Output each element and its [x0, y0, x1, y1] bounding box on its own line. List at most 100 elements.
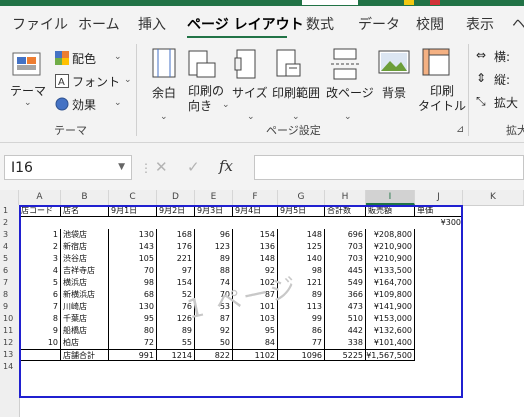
scale-height-label[interactable]: 縦:: [494, 71, 510, 88]
tab-data[interactable]: データ: [358, 14, 400, 34]
header-cell[interactable]: 店名: [61, 205, 109, 217]
row-header-7[interactable]: 7: [0, 277, 19, 289]
row-header-4[interactable]: 4: [0, 241, 19, 253]
store-name-cell[interactable]: 千葉店: [61, 313, 109, 325]
page-setup-launcher-icon[interactable]: ⊿: [456, 124, 464, 135]
print-area-button[interactable]: 印刷範囲: [272, 84, 320, 101]
store-name-cell[interactable]: 川崎店: [61, 301, 109, 313]
store-name-cell[interactable]: 船橋店: [61, 325, 109, 337]
store-name-cell[interactable]: 新横浜店: [61, 289, 109, 301]
data-cell[interactable]: 84: [233, 337, 278, 349]
tab-review[interactable]: 校閲: [416, 14, 444, 34]
data-cell[interactable]: 77: [278, 337, 325, 349]
orientation-icon[interactable]: [188, 50, 216, 84]
data-cell[interactable]: 7: [19, 301, 61, 313]
effects-button[interactable]: 効果: [72, 96, 96, 113]
data-cell[interactable]: 2: [19, 241, 61, 253]
data-cell[interactable]: ¥109,800: [366, 289, 415, 301]
total-cell[interactable]: 1102: [233, 349, 278, 361]
data-cell[interactable]: 89: [195, 253, 233, 265]
data-cell[interactable]: 696: [325, 229, 366, 241]
store-name-cell[interactable]: 柏店: [61, 337, 109, 349]
total-cell[interactable]: 5225: [325, 349, 366, 361]
data-cell[interactable]: 549: [325, 277, 366, 289]
data-cell[interactable]: 366: [325, 289, 366, 301]
background-button[interactable]: 背景: [382, 84, 406, 101]
data-cell[interactable]: 105: [109, 253, 157, 265]
row-header-3[interactable]: 3: [0, 229, 19, 241]
data-cell[interactable]: 10: [19, 337, 61, 349]
header-cell[interactable]: 9月3日: [195, 205, 233, 217]
data-cell[interactable]: 72: [109, 337, 157, 349]
data-cell[interactable]: 154: [233, 229, 278, 241]
data-cell[interactable]: 80: [109, 325, 157, 337]
tab-formulas[interactable]: 数式: [306, 14, 334, 34]
tab-more[interactable]: ヘ: [512, 14, 524, 34]
total-cell[interactable]: 822: [195, 349, 233, 361]
data-cell[interactable]: 445: [325, 265, 366, 277]
scale-width-label[interactable]: 横:: [494, 48, 510, 65]
formula-input[interactable]: [254, 155, 524, 180]
title-icon-red[interactable]: [430, 0, 440, 5]
effects-chevron-icon[interactable]: ⌄: [114, 98, 122, 108]
column-header-e[interactable]: E: [195, 190, 233, 205]
data-cell[interactable]: 703: [325, 241, 366, 253]
row-header-8[interactable]: 8: [0, 289, 19, 301]
header-cell[interactable]: 9月1日: [109, 205, 157, 217]
header-cell[interactable]: 単価: [415, 205, 463, 217]
total-cell[interactable]: ¥1,567,500: [366, 349, 415, 361]
cancel-icon[interactable]: ✕: [155, 158, 168, 176]
data-cell[interactable]: ¥153,000: [366, 313, 415, 325]
data-cell[interactable]: 130: [109, 301, 157, 313]
title-icon-yellow[interactable]: [404, 0, 414, 5]
header-cell[interactable]: 9月5日: [278, 205, 325, 217]
data-cell[interactable]: ¥132,600: [366, 325, 415, 337]
data-cell[interactable]: 70: [109, 265, 157, 277]
column-header-j[interactable]: J: [415, 190, 463, 205]
data-cell[interactable]: 148: [278, 229, 325, 241]
row-header-6[interactable]: 6: [0, 265, 19, 277]
header-cell[interactable]: 9月2日: [157, 205, 195, 217]
data-cell[interactable]: 510: [325, 313, 366, 325]
data-cell[interactable]: 50: [195, 337, 233, 349]
data-cell[interactable]: 148: [233, 253, 278, 265]
themes-button[interactable]: テーマ: [10, 82, 46, 99]
column-header-b[interactable]: B: [61, 190, 109, 205]
size-chevron-icon[interactable]: ⌄: [247, 112, 255, 122]
data-cell[interactable]: 92: [195, 325, 233, 337]
orientation-chevron-icon[interactable]: ⌄: [222, 100, 230, 110]
data-cell[interactable]: ¥101,400: [366, 337, 415, 349]
print-area-icon[interactable]: [274, 48, 302, 84]
store-name-cell[interactable]: 渋谷店: [61, 253, 109, 265]
print-area-chevron-icon[interactable]: ⌄: [292, 112, 300, 122]
data-cell[interactable]: 6: [19, 289, 61, 301]
store-name-cell[interactable]: 横浜店: [61, 277, 109, 289]
data-cell[interactable]: ¥164,700: [366, 277, 415, 289]
data-cell[interactable]: 88: [195, 265, 233, 277]
row-header-10[interactable]: 10: [0, 313, 19, 325]
print-titles-icon[interactable]: [422, 48, 452, 84]
margins-button[interactable]: 余白: [152, 84, 176, 101]
themes-chevron-icon[interactable]: ⌄: [24, 98, 32, 108]
store-name-cell[interactable]: 新宿店: [61, 241, 109, 253]
size-icon[interactable]: [234, 48, 258, 84]
tab-insert[interactable]: 挿入: [138, 14, 166, 34]
data-cell[interactable]: 68: [109, 289, 157, 301]
row-header-2[interactable]: 2: [0, 217, 19, 229]
colors-button[interactable]: 配色: [72, 50, 96, 67]
data-cell[interactable]: 221: [157, 253, 195, 265]
data-cell[interactable]: 338: [325, 337, 366, 349]
unit-price-cell[interactable]: ¥300: [415, 217, 463, 229]
store-name-cell[interactable]: 吉祥寺店: [61, 265, 109, 277]
tab-file[interactable]: ファイル: [12, 14, 68, 34]
column-header-k[interactable]: K: [463, 190, 524, 205]
data-cell[interactable]: 125: [278, 241, 325, 253]
tab-home[interactable]: ホーム: [78, 14, 120, 34]
column-header-h[interactable]: H: [325, 190, 366, 205]
total-cell[interactable]: [19, 349, 61, 361]
data-cell[interactable]: 96: [195, 229, 233, 241]
insert-function-icon[interactable]: fx: [219, 157, 233, 175]
data-cell[interactable]: 95: [109, 313, 157, 325]
select-all-corner[interactable]: [0, 190, 19, 205]
colors-chevron-icon[interactable]: ⌄: [114, 52, 122, 62]
